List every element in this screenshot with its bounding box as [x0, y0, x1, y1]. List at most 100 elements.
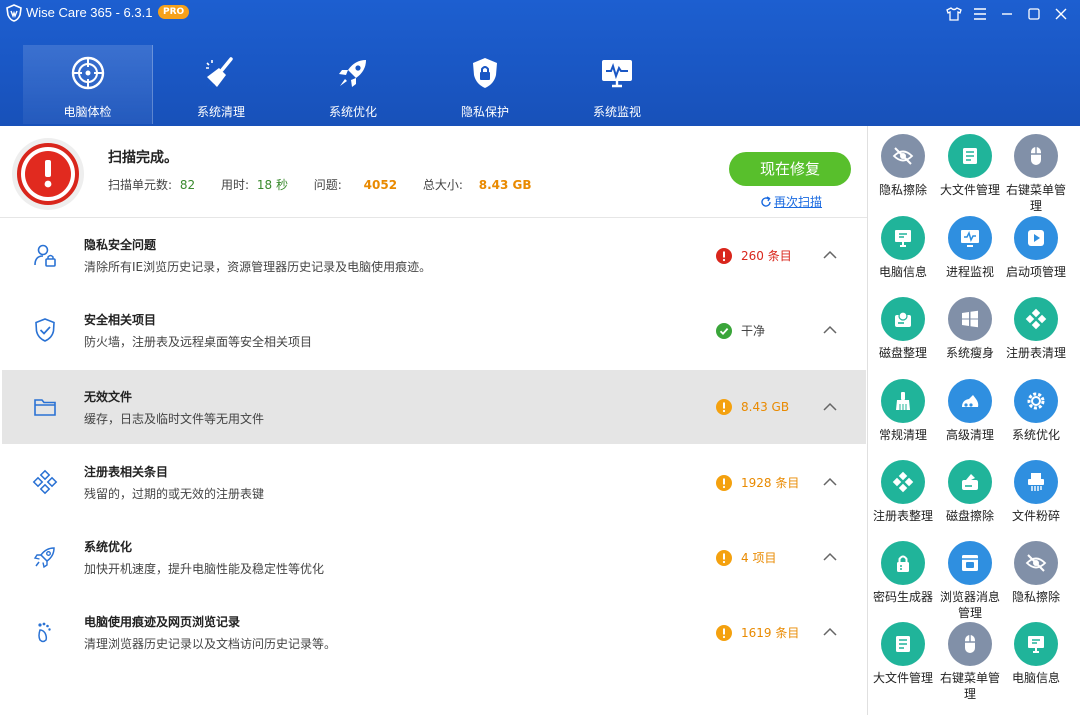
tool-label: 常规清理	[878, 428, 927, 442]
tool-file-list[interactable]: 大文件管理	[870, 622, 936, 686]
time-value: 18 秒	[256, 178, 288, 192]
tool-label: 高级清理	[945, 428, 994, 442]
tool-file-list[interactable]: 大文件管理	[937, 134, 1003, 198]
shield-check-icon	[35, 318, 55, 342]
tool-label: 文件粉碎	[1011, 509, 1060, 523]
tool-browser-notify[interactable]: 浏览器消息管理	[937, 541, 1003, 621]
issue-row-traces[interactable]: 电脑使用痕迹及网页浏览记录 清理浏览器历史记录以及文档访问历史记录等。 1619…	[2, 595, 866, 669]
check-icon	[716, 322, 732, 339]
tab-system-monitor[interactable]: 系统监视	[552, 45, 682, 124]
skin-button[interactable]	[943, 4, 965, 24]
tool-disk-defrag[interactable]: 磁盘整理	[870, 297, 936, 361]
issue-row-security[interactable]: 安全相关项目 防火墙，注册表及远程桌面等安全相关项目 干净	[2, 293, 866, 367]
units-value: 82	[179, 178, 196, 192]
hamburger-icon	[974, 8, 986, 20]
play-icon	[1014, 216, 1058, 260]
close-button[interactable]	[1050, 4, 1072, 24]
tab-system-optimize[interactable]: 系统优化	[288, 45, 418, 124]
issue-desc: 清理浏览器历史记录以及文档访问历史记录等。	[84, 637, 337, 651]
chevron-up-icon[interactable]	[822, 322, 838, 338]
issue-status: 8.43 GB	[716, 399, 789, 415]
user-lock-icon	[34, 244, 56, 267]
registry-defrag-icon	[881, 460, 925, 504]
tool-computer-info[interactable]: 电脑信息	[1003, 622, 1069, 686]
broom-icon	[206, 57, 233, 89]
error-icon	[716, 247, 732, 264]
rocket-outline-icon	[33, 547, 55, 569]
tool-label: 电脑信息	[878, 265, 927, 279]
computer-info-icon	[881, 216, 925, 260]
tool-process-monitor[interactable]: 进程监视	[937, 216, 1003, 280]
minimize-button[interactable]	[996, 4, 1018, 24]
issues-value: 4052	[363, 178, 398, 192]
tool-label: 磁盘擦除	[945, 509, 994, 523]
computer-info-icon	[1014, 622, 1058, 666]
tool-registry-defrag[interactable]: 注册表整理	[870, 460, 936, 524]
tab-pc-checkup[interactable]: 电脑体检	[23, 45, 153, 124]
tool-mouse[interactable]: 右键菜单管理	[937, 622, 1003, 702]
rocket-icon	[339, 60, 366, 87]
title-bar: Wise Care 365 - 6.3.1 PRO	[0, 0, 1080, 28]
gear-icon	[1014, 379, 1058, 423]
issue-desc: 残留的，过期的或无效的注册表键	[84, 487, 265, 501]
tool-mouse[interactable]: 右键菜单管理	[1003, 134, 1069, 214]
tool-eye-off[interactable]: 隐私擦除	[1003, 541, 1069, 605]
folder-icon	[34, 399, 56, 416]
shield-lock-icon	[473, 58, 497, 88]
tool-lock[interactable]: 密码生成器	[870, 541, 936, 605]
units-label: 扫描单元数:	[108, 178, 173, 192]
tool-label: 隐私擦除	[1011, 590, 1060, 604]
tool-label: 启动项管理	[1005, 265, 1066, 279]
app-logo-icon	[6, 4, 22, 22]
issue-count: 8.43 GB	[741, 400, 790, 414]
shredder-icon	[1014, 460, 1058, 504]
issue-count: 260 条目	[741, 249, 792, 263]
issue-row-junk-files[interactable]: 无效文件 缓存，日志及临时文件等无用文件 8.43 GB	[2, 370, 866, 444]
time-label: 用时:	[220, 178, 250, 192]
scan-summary: 扫描完成。 扫描单元数: 82 用时: 18 秒 问题: 4052 总大小: 8…	[0, 126, 868, 218]
tab-system-clean[interactable]: 系统清理	[156, 45, 286, 124]
tab-privacy-protect[interactable]: 隐私保护	[420, 45, 550, 124]
chevron-up-icon[interactable]	[822, 247, 838, 263]
tool-windows[interactable]: 系统瘦身	[937, 297, 1003, 361]
tab-label: 系统清理	[196, 105, 245, 119]
minimize-icon	[1002, 13, 1012, 15]
tool-disk-wipe[interactable]: 磁盘擦除	[937, 460, 1003, 524]
tool-label: 系统优化	[1011, 428, 1060, 442]
issue-row-optimization[interactable]: 系统优化 加快开机速度，提升电脑性能及稳定性等优化 4 项目	[2, 520, 866, 594]
issue-desc: 缓存，日志及临时文件等无用文件	[84, 412, 265, 426]
tab-label: 隐私保护	[460, 105, 509, 119]
chevron-up-icon[interactable]	[822, 549, 838, 565]
tool-label: 进程监视	[945, 265, 994, 279]
maximize-icon	[1028, 8, 1040, 20]
warning-icon	[716, 624, 732, 641]
maximize-button[interactable]	[1023, 4, 1045, 24]
fix-now-button[interactable]: 现在修复	[729, 152, 851, 186]
tool-shredder[interactable]: 文件粉碎	[1003, 460, 1069, 524]
tool-play[interactable]: 启动项管理	[1003, 216, 1069, 280]
menu-button[interactable]	[969, 4, 991, 24]
chevron-up-icon[interactable]	[822, 399, 838, 415]
issue-count: 4 项目	[741, 551, 777, 565]
issue-row-registry[interactable]: 注册表相关条目 残留的，过期的或无效的注册表键 1928 条目	[2, 445, 866, 519]
tool-eye-off[interactable]: 隐私擦除	[870, 134, 936, 198]
issue-row-privacy[interactable]: 隐私安全问题 清除所有IE浏览历史记录，资源管理器历史记录及电脑使用痕迹。 26…	[2, 218, 866, 292]
rescan-link[interactable]: 再次扫描	[760, 193, 822, 210]
tool-label: 注册表清理	[1005, 346, 1066, 360]
tool-gear[interactable]: 系统优化	[1003, 379, 1069, 443]
header: Wise Care 365 - 6.3.1 PRO 电脑体检 系统清理 系统优化	[0, 0, 1080, 126]
tool-computer-info[interactable]: 电脑信息	[870, 216, 936, 280]
process-monitor-icon	[948, 216, 992, 260]
tool-label: 密码生成器	[872, 590, 933, 604]
chevron-up-icon[interactable]	[822, 474, 838, 490]
tool-label: 系统瘦身	[945, 346, 994, 360]
checkup-panel: 扫描完成。 扫描单元数: 82 用时: 18 秒 问题: 4052 总大小: 8…	[0, 126, 868, 715]
tool-label: 注册表整理	[872, 509, 933, 523]
size-label: 总大小:	[422, 178, 463, 192]
tool-advanced-clean[interactable]: 高级清理	[937, 379, 1003, 443]
size-value: 8.43 GB	[478, 178, 532, 192]
tool-brush[interactable]: 常规清理	[870, 379, 936, 443]
chevron-up-icon[interactable]	[822, 624, 838, 640]
tool-registry-clean[interactable]: 注册表清理	[1003, 297, 1069, 361]
monitor-pulse-icon	[602, 60, 632, 88]
